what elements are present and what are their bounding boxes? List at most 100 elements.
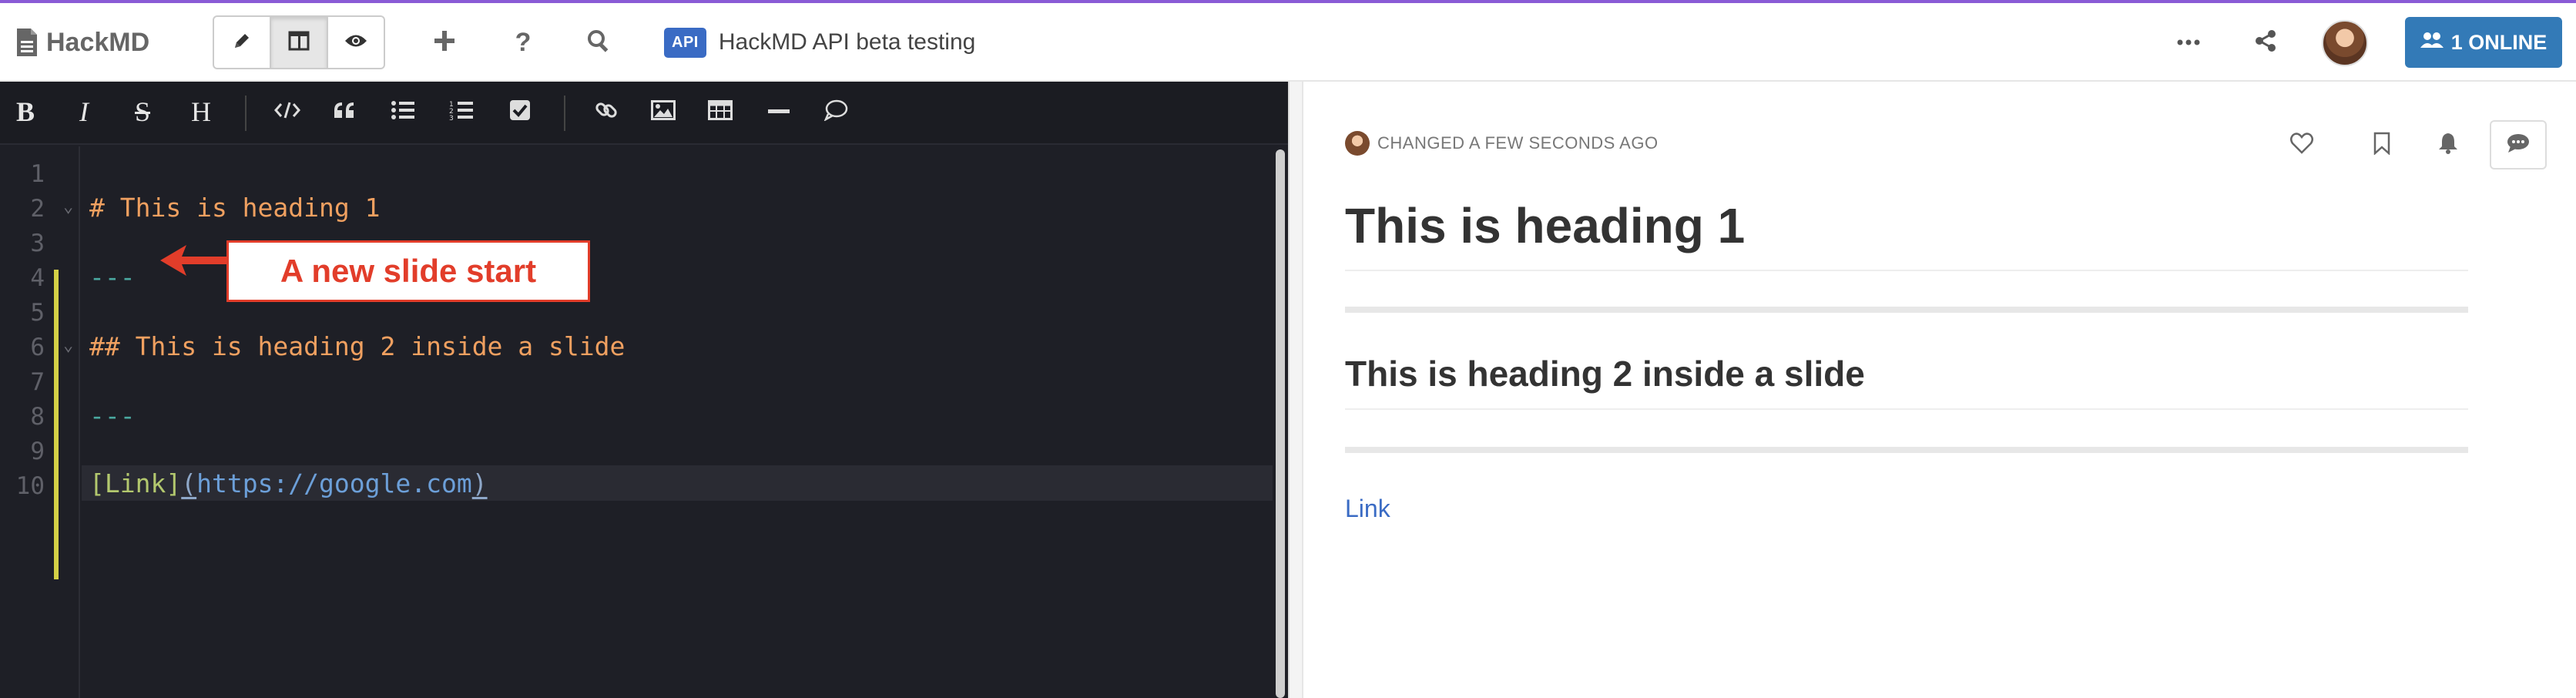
view-mode-button[interactable] — [328, 17, 384, 68]
user-avatar[interactable] — [2322, 20, 2368, 66]
comments-toggle-button[interactable] — [2490, 120, 2547, 169]
comment-icon — [823, 99, 848, 125]
toolbar-divider — [564, 96, 565, 131]
preview-horizontal-rule — [1345, 307, 2468, 313]
users-icon — [2420, 31, 2444, 55]
share-icon — [2253, 29, 2278, 57]
code-icon — [274, 101, 300, 123]
callout-arrow-icon — [159, 242, 230, 283]
fold-chevron-icon[interactable]: ⌄ — [63, 336, 73, 355]
line-number: 3 — [30, 230, 45, 257]
editor-toolbar: B I S H 123 — [0, 82, 1288, 145]
pane-split-handle[interactable] — [1288, 82, 1303, 698]
code-line[interactable]: # This is heading 1 — [89, 193, 381, 223]
online-count-label: 1 ONLINE — [2450, 30, 2547, 54]
check-square-icon — [509, 99, 531, 125]
online-users-button[interactable]: 1 ONLINE — [2405, 17, 2562, 68]
help-button[interactable]: ? — [504, 23, 542, 62]
link-button[interactable] — [589, 94, 624, 129]
last-change-info: CHANGED A FEW SECONDS AGO — [1345, 131, 1659, 156]
search-button[interactable] — [579, 23, 618, 62]
bulleted-list-button[interactable] — [385, 94, 421, 129]
ellipsis-icon — [2177, 35, 2200, 49]
eye-icon — [344, 32, 367, 53]
code-line[interactable]: [Link](https://google.com) — [89, 468, 488, 498]
heading-label: H — [191, 96, 211, 127]
both-mode-button[interactable] — [271, 17, 328, 68]
code-line[interactable]: ## This is heading 2 inside a slide — [89, 331, 625, 361]
code-line[interactable]: --- — [89, 401, 136, 431]
editor-scrollbar-thumb[interactable] — [1276, 149, 1285, 698]
list-ul-icon — [391, 100, 415, 124]
document-title-area: API HackMD API beta testing — [664, 25, 975, 60]
annotation-callout: A new slide start — [226, 240, 590, 302]
fold-chevron-icon[interactable]: ⌄ — [63, 197, 73, 216]
table-icon — [708, 99, 733, 124]
image-icon — [651, 99, 676, 124]
more-menu-button[interactable] — [2169, 23, 2208, 62]
table-button[interactable] — [703, 94, 738, 129]
line-number: 4 — [30, 264, 45, 292]
comment-dots-icon — [2506, 133, 2531, 158]
minus-icon — [768, 105, 790, 119]
bold-label: B — [15, 96, 35, 127]
horizontal-rule-button[interactable] — [761, 94, 797, 129]
code-line[interactable]: --- — [89, 262, 136, 292]
last-change-text: CHANGED A FEW SECONDS AGO — [1377, 133, 1659, 153]
author-avatar — [1345, 131, 1370, 156]
svg-text:3: 3 — [449, 115, 454, 121]
preview-horizontal-rule — [1345, 447, 2468, 453]
line-number: 6 — [30, 334, 45, 361]
numbered-list-button[interactable]: 123 — [444, 94, 479, 129]
file-text-icon — [15, 27, 39, 58]
italic-label: I — [79, 96, 89, 127]
bookmark-button[interactable] — [2366, 129, 2397, 160]
toolbar-divider — [245, 96, 247, 131]
top-navbar: HackMD ? API HackMD API beta testing 1 O… — [0, 3, 2576, 82]
line-number: 1 — [30, 160, 45, 188]
list-ol-icon: 123 — [449, 99, 474, 125]
line-number: 9 — [30, 438, 45, 465]
page-title: HackMD API beta testing — [718, 29, 976, 55]
italic-button[interactable]: I — [66, 94, 102, 129]
quote-icon — [333, 101, 356, 123]
checklist-button[interactable] — [502, 94, 538, 129]
share-button[interactable] — [2246, 23, 2285, 62]
view-mode-toggle — [213, 15, 385, 69]
bookmark-icon — [2373, 132, 2391, 159]
bold-button[interactable]: B — [8, 94, 43, 129]
line-number: 7 — [30, 368, 45, 396]
image-button[interactable] — [646, 94, 681, 129]
preview-link[interactable]: Link — [1345, 495, 1390, 523]
link-paren-close: ) — [471, 468, 488, 498]
heart-icon — [2290, 132, 2313, 158]
markdown-preview: CHANGED A FEW SECONDS AGO This is headin… — [1303, 82, 2576, 698]
search-icon — [586, 29, 611, 57]
new-note-button[interactable] — [425, 23, 464, 62]
preview-heading-2: This is heading 2 inside a slide — [1345, 354, 1865, 394]
line-number: 5 — [30, 299, 45, 327]
heading-underline — [1345, 270, 2468, 271]
markdown-editor[interactable]: B I S H 123 1 2 3 4 5 6 7 8 9 10 ⌄ ⌄ # T… — [0, 82, 1288, 698]
link-text-syntax: [Link] — [89, 468, 182, 498]
line-number: 10 — [15, 472, 45, 500]
plus-icon — [433, 29, 456, 56]
heading-underline — [1345, 408, 2468, 410]
link-paren-open: ( — [181, 468, 197, 498]
strikethrough-button[interactable]: S — [125, 94, 160, 129]
brand-name: HackMD — [46, 27, 150, 57]
brand-logo[interactable]: HackMD — [15, 23, 149, 62]
api-badge: API — [664, 27, 706, 58]
quote-button[interactable] — [327, 94, 362, 129]
link-icon — [595, 99, 618, 126]
notifications-button[interactable] — [2433, 129, 2464, 160]
edit-mode-button[interactable] — [214, 17, 271, 68]
question-icon: ? — [515, 27, 532, 57]
comment-button[interactable] — [818, 94, 854, 129]
favorite-button[interactable] — [2286, 129, 2317, 160]
code-button[interactable] — [270, 94, 305, 129]
bell-icon — [2437, 132, 2459, 159]
heading-button[interactable]: H — [183, 94, 219, 129]
pencil-icon — [232, 31, 252, 55]
link-url-syntax: https://google.com — [196, 468, 472, 498]
